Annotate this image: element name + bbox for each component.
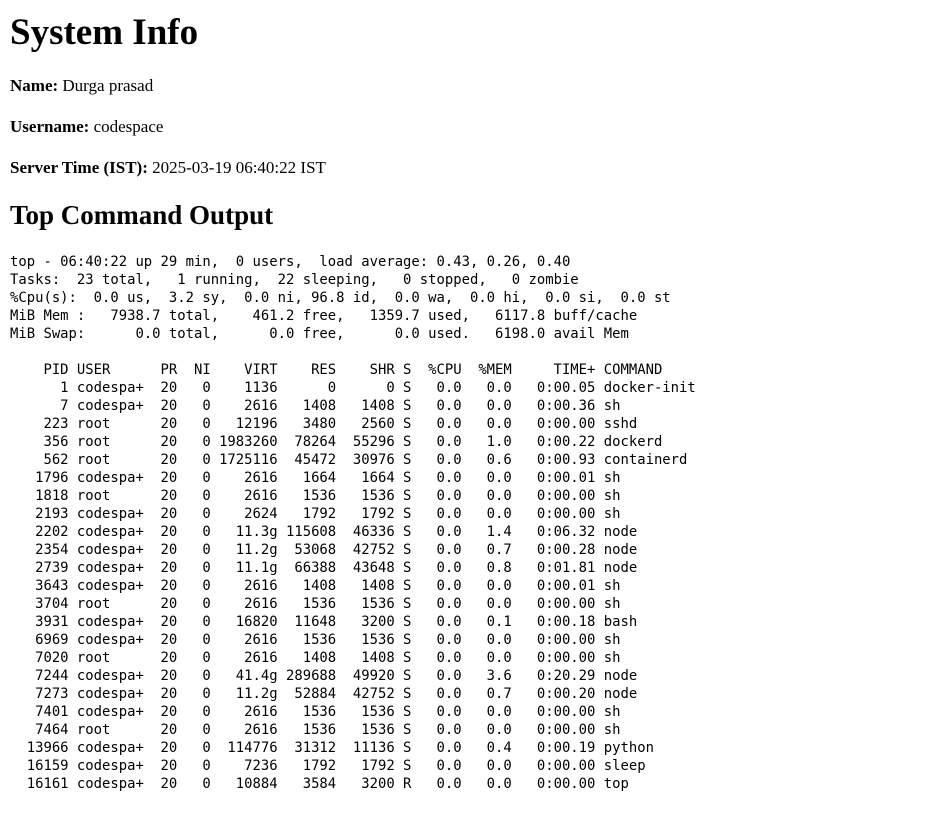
process-row: 562 root 20 0 1725116 45472 30976 S 0.0 … xyxy=(10,452,688,468)
process-row: 7273 codespa+ 20 0 11.2g 52884 42752 S 0… xyxy=(10,686,638,702)
process-row: 1818 root 20 0 2616 1536 1536 S 0.0 0.0 … xyxy=(10,488,621,504)
process-row: 2354 codespa+ 20 0 11.2g 53068 42752 S 0… xyxy=(10,542,638,558)
top-summary-line: %Cpu(s): 0.0 us, 3.2 sy, 0.0 ni, 96.8 id… xyxy=(10,290,671,306)
process-row: 356 root 20 0 1983260 78264 55296 S 0.0 … xyxy=(10,434,663,450)
top-command-output: top - 06:40:22 up 29 min, 0 users, load … xyxy=(10,253,921,793)
process-row: 13966 codespa+ 20 0 114776 31312 11136 S… xyxy=(10,740,654,756)
process-row: 16159 codespa+ 20 0 7236 1792 1792 S 0.0… xyxy=(10,758,646,774)
top-output-heading: Top Command Output xyxy=(10,200,274,230)
process-row: 6969 codespa+ 20 0 2616 1536 1536 S 0.0 … xyxy=(10,632,621,648)
process-row: 7020 root 20 0 2616 1408 1408 S 0.0 0.0 … xyxy=(10,650,621,666)
top-summary-line: Tasks: 23 total, 1 running, 22 sleeping,… xyxy=(10,272,579,288)
process-row: 223 root 20 0 12196 3480 2560 S 0.0 0.0 … xyxy=(10,416,638,432)
process-row: 3931 codespa+ 20 0 16820 11648 3200 S 0.… xyxy=(10,614,638,630)
process-row: 2202 codespa+ 20 0 11.3g 115608 46336 S … xyxy=(10,524,638,540)
name-value: Durga prasad xyxy=(62,76,154,95)
top-summary-line: top - 06:40:22 up 29 min, 0 users, load … xyxy=(10,254,571,270)
process-row: 16161 codespa+ 20 0 10884 3584 3200 R 0.… xyxy=(10,776,629,792)
process-row: 7 codespa+ 20 0 2616 1408 1408 S 0.0 0.0… xyxy=(10,398,621,414)
process-row: 1 codespa+ 20 0 1136 0 0 S 0.0 0.0 0:00.… xyxy=(10,380,696,396)
process-row: 2193 codespa+ 20 0 2624 1792 1792 S 0.0 … xyxy=(10,506,621,522)
process-row: 7244 codespa+ 20 0 41.4g 289688 49920 S … xyxy=(10,668,638,684)
process-row: 3704 root 20 0 2616 1536 1536 S 0.0 0.0 … xyxy=(10,596,621,612)
server-time-value: 2025-03-19 06:40:22 IST xyxy=(152,158,326,177)
process-row: 3643 codespa+ 20 0 2616 1408 1408 S 0.0 … xyxy=(10,578,621,594)
process-row: 7401 codespa+ 20 0 2616 1536 1536 S 0.0 … xyxy=(10,704,621,720)
username-value: codespace xyxy=(93,117,164,136)
page-title: System Info xyxy=(10,12,199,53)
process-table-header: PID USER PR NI VIRT RES SHR S %CPU %MEM … xyxy=(10,362,663,378)
process-row: 7464 root 20 0 2616 1536 1536 S 0.0 0.0 … xyxy=(10,722,621,738)
username-row: Username: codespace xyxy=(10,113,921,140)
server-time-label: Server Time (IST): xyxy=(10,158,148,177)
name-row: Name: Durga prasad xyxy=(10,72,921,99)
process-row: 2739 codespa+ 20 0 11.1g 66388 43648 S 0… xyxy=(10,560,638,576)
top-summary-line: MiB Mem : 7938.7 total, 461.2 free, 1359… xyxy=(10,308,638,324)
server-time-row: Server Time (IST): 2025-03-19 06:40:22 I… xyxy=(10,154,921,181)
process-row: 1796 codespa+ 20 0 2616 1664 1664 S 0.0 … xyxy=(10,470,621,486)
name-label: Name: xyxy=(10,76,59,95)
top-summary-line: MiB Swap: 0.0 total, 0.0 free, 0.0 used.… xyxy=(10,326,629,342)
username-label: Username: xyxy=(10,117,90,136)
